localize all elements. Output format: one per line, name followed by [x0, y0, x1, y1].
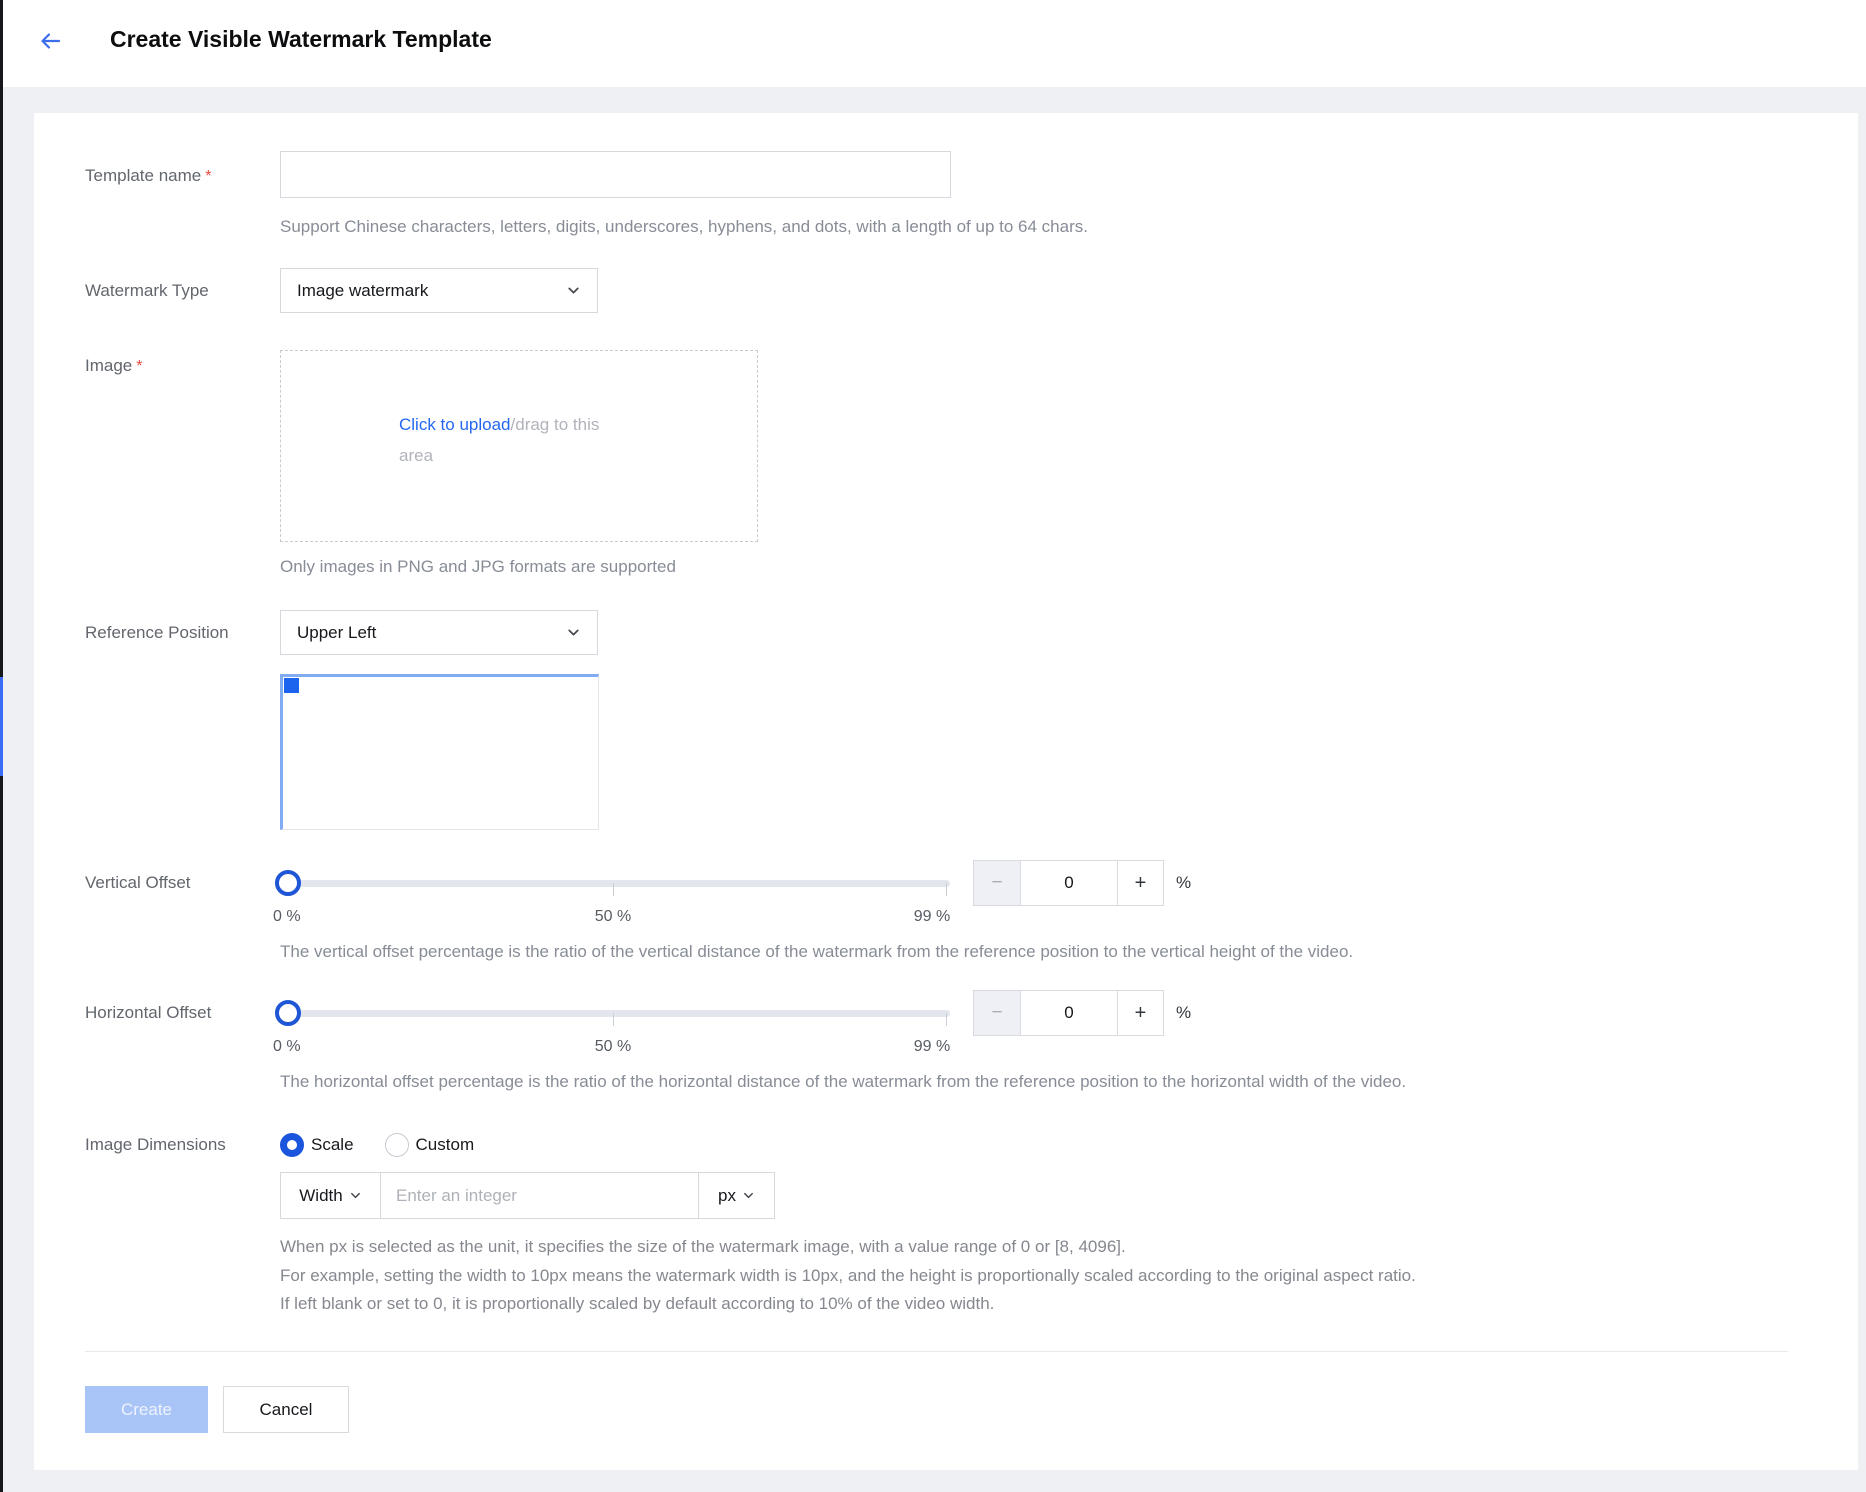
slider-tick-99: [946, 883, 947, 896]
horizontal-offset-mid-label: 50 %: [578, 1036, 648, 1058]
page-title: Create Visible Watermark Template: [110, 26, 492, 53]
footer-divider: [85, 1351, 1788, 1352]
vertical-offset-mid-label: 50 %: [578, 906, 648, 928]
image-dimensions-label: Image Dimensions: [85, 1133, 226, 1157]
scale-radio[interactable]: [280, 1133, 304, 1157]
minus-button[interactable]: −: [974, 861, 1021, 905]
vertical-offset-min-label: 0 %: [273, 906, 301, 928]
image-label-text: Image: [85, 356, 132, 375]
unit-value: px: [718, 1186, 736, 1206]
back-arrow-icon[interactable]: [36, 27, 64, 55]
horizontal-offset-help: The horizontal offset percentage is the …: [280, 1070, 1406, 1094]
dimension-note-3: If left blank or set to 0, it is proport…: [280, 1292, 994, 1316]
required-asterisk: *: [205, 168, 211, 185]
reference-position-select[interactable]: Upper Left: [280, 610, 598, 655]
watermark-position-square: [284, 678, 299, 693]
custom-radio[interactable]: [385, 1133, 409, 1157]
unit-select[interactable]: px: [698, 1173, 774, 1218]
horizontal-offset-value-input[interactable]: [1021, 991, 1117, 1035]
cancel-button[interactable]: Cancel: [223, 1386, 349, 1433]
vertical-offset-unit: %: [1176, 871, 1191, 895]
vertical-offset-max-label: 99 %: [897, 906, 967, 928]
create-button[interactable]: Create: [85, 1386, 208, 1433]
dimension-note-2: For example, setting the width to 10px m…: [280, 1264, 1416, 1288]
template-name-label: Template name*: [85, 164, 211, 189]
reference-position-value: Upper Left: [297, 623, 376, 643]
dimension-value-input[interactable]: [381, 1173, 698, 1218]
plus-button[interactable]: +: [1117, 991, 1163, 1035]
dimension-input-group: Width px: [280, 1172, 775, 1219]
slider-tick-99: [946, 1013, 947, 1026]
page-header: Create Visible Watermark Template: [3, 0, 1866, 87]
watermark-type-label: Watermark Type: [85, 279, 209, 303]
slider-tick-50: [613, 1013, 614, 1026]
image-dimensions-radio-group: Scale Custom: [280, 1133, 505, 1157]
horizontal-offset-stepper: − +: [973, 990, 1164, 1036]
reference-position-label: Reference Position: [85, 621, 229, 645]
chevron-down-icon: [742, 1189, 755, 1202]
vertical-offset-value-input[interactable]: [1021, 861, 1117, 905]
horizontal-offset-label: Horizontal Offset: [85, 1001, 211, 1025]
upload-instructions: Click to upload/drag to this area: [399, 409, 617, 471]
collapsed-sidebar-strip: [0, 0, 3, 1492]
template-name-help: Support Chinese characters, letters, dig…: [280, 215, 1088, 239]
image-label: Image*: [85, 354, 142, 379]
image-upload-dropzone[interactable]: Click to upload/drag to this area: [280, 350, 758, 542]
template-name-label-text: Template name: [85, 166, 201, 185]
minus-button[interactable]: −: [974, 991, 1021, 1035]
template-name-input[interactable]: [280, 151, 951, 198]
horizontal-offset-slider-handle[interactable]: [275, 1000, 301, 1026]
watermark-type-value: Image watermark: [297, 281, 428, 301]
chevron-down-icon: [566, 625, 581, 640]
dimension-type-select[interactable]: Width: [281, 1173, 381, 1218]
position-preview-box: [280, 674, 599, 830]
create-watermark-template-page: Create Visible Watermark Template Templa…: [0, 0, 1866, 1492]
chevron-down-icon: [566, 283, 581, 298]
horizontal-offset-unit: %: [1176, 1001, 1191, 1025]
plus-button[interactable]: +: [1117, 861, 1163, 905]
watermark-type-select[interactable]: Image watermark: [280, 268, 598, 313]
vertical-offset-label: Vertical Offset: [85, 871, 191, 895]
slider-tick-50: [613, 883, 614, 896]
click-to-upload-link[interactable]: Click to upload: [399, 415, 511, 434]
scale-radio-label[interactable]: Scale: [311, 1135, 354, 1155]
vertical-offset-stepper: − +: [973, 860, 1164, 906]
vertical-offset-slider-handle[interactable]: [275, 870, 301, 896]
vertical-offset-help: The vertical offset percentage is the ra…: [280, 940, 1353, 964]
dimension-note-1: When px is selected as the unit, it spec…: [280, 1235, 1126, 1259]
custom-radio-label[interactable]: Custom: [416, 1135, 475, 1155]
image-format-help: Only images in PNG and JPG formats are s…: [280, 555, 676, 579]
sidebar-scroll-indicator: [0, 677, 3, 776]
required-asterisk: *: [136, 358, 142, 375]
dimension-type-value: Width: [299, 1186, 342, 1206]
chevron-down-icon: [349, 1189, 362, 1202]
horizontal-offset-min-label: 0 %: [273, 1036, 301, 1058]
horizontal-offset-max-label: 99 %: [897, 1036, 967, 1058]
